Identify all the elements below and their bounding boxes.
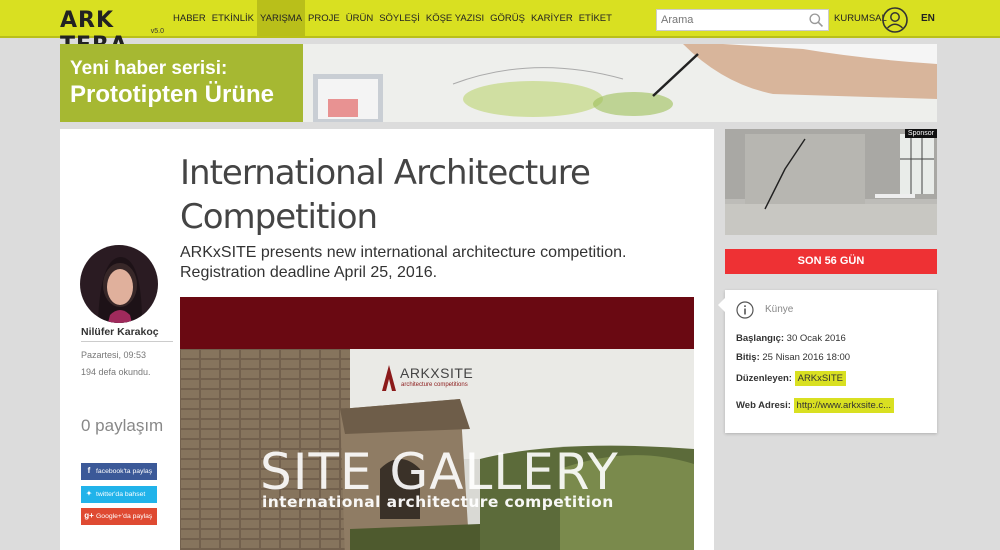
banner-text-panel: Yeni haber serisi: Prototipten Ürüne bbox=[60, 44, 303, 122]
facebook-share-label: facebook'ta paylaş bbox=[96, 468, 153, 475]
website-label: Web Adresi: bbox=[736, 400, 791, 411]
start-date-value: 30 Ocak 2016 bbox=[784, 333, 846, 344]
arkxsite-logo: ARKXSITE architecture competitions bbox=[380, 363, 490, 395]
arkxsite-sub: architecture competitions bbox=[401, 382, 468, 388]
hero-band bbox=[180, 297, 694, 349]
language-switch[interactable]: EN bbox=[921, 0, 935, 38]
user-icon[interactable] bbox=[882, 7, 908, 33]
share-count: 0 paylaşım bbox=[81, 416, 164, 435]
menu-item-yarisma[interactable]: YARIŞMA bbox=[256, 0, 306, 38]
banner-illustration bbox=[303, 44, 937, 122]
article-subtitle: ARKxSITE presents new international arch… bbox=[180, 244, 627, 281]
corporate-link[interactable]: KURUMSAL bbox=[834, 0, 887, 38]
search-box bbox=[656, 9, 829, 31]
menu-item-gorus[interactable]: GÖRÜŞ bbox=[487, 0, 528, 38]
organizer-label: Düzenleyen: bbox=[736, 373, 792, 384]
twitter-share-button[interactable]: ✦ twitter'da bahset bbox=[81, 486, 157, 503]
search-input[interactable] bbox=[657, 10, 805, 30]
google-share-label: Google+'da paylaş bbox=[96, 513, 153, 520]
kunye-caret bbox=[718, 298, 725, 312]
read-count: 194 defa okundu. bbox=[81, 367, 151, 377]
banner-line-1: Yeni haber serisi: bbox=[70, 58, 228, 79]
kunye-title: Künye bbox=[765, 304, 794, 315]
menu-item-etiket[interactable]: ETİKET bbox=[576, 0, 615, 38]
end-date-value: 25 Nisan 2016 18:00 bbox=[759, 352, 851, 363]
menu-item-kariyer[interactable]: KARİYER bbox=[528, 0, 576, 38]
menu-item-proje[interactable]: PROJE bbox=[305, 0, 343, 38]
author-photo bbox=[80, 245, 158, 323]
end-date-row: Bitiş: 25 Nisan 2016 18:00 bbox=[736, 352, 850, 363]
google-plus-icon: g+ bbox=[84, 511, 94, 520]
arkxsite-name: ARKXSITE bbox=[400, 365, 474, 381]
start-date-label: Başlangıç: bbox=[736, 333, 785, 344]
facebook-icon: f bbox=[87, 466, 91, 475]
hero-subtitle: international architecture competition bbox=[262, 493, 614, 511]
sponsor-image bbox=[725, 129, 937, 235]
twitter-icon: ✦ bbox=[85, 489, 93, 498]
main-menu: HABER ETKİNLİK YARIŞMA PROJE ÜRÜN SÖYLEŞ… bbox=[170, 0, 615, 38]
countdown-badge: SON 56 GÜN bbox=[725, 249, 937, 274]
end-date-label: Bitiş: bbox=[736, 352, 760, 363]
info-icon bbox=[736, 301, 754, 319]
menu-item-etkinlik[interactable]: ETKİNLİK bbox=[209, 0, 257, 38]
site-logo[interactable]: ARK TERA v5.0 bbox=[60, 6, 168, 58]
author-name[interactable]: Nilüfer Karakoç bbox=[81, 326, 173, 342]
sponsor-tag: Sponsor bbox=[904, 129, 937, 138]
menu-item-kose-yazisi[interactable]: KÖŞE YAZISI bbox=[423, 0, 487, 38]
top-nav: ARK TERA v5.0 HABER ETKİNLİK YARIŞMA PRO… bbox=[0, 0, 1000, 58]
hero-image: ARKXSITE architecture competitions SITE … bbox=[180, 297, 694, 550]
publish-date: Pazartesi, 09:53 bbox=[81, 350, 147, 360]
menu-item-urun[interactable]: ÜRÜN bbox=[343, 0, 376, 38]
search-icon[interactable] bbox=[808, 12, 825, 29]
menu-item-haber[interactable]: HABER bbox=[170, 0, 209, 38]
kunye-panel: Künye Başlangıç: 30 Ocak 2016 Bitiş: 25 … bbox=[718, 290, 937, 433]
facebook-share-button[interactable]: f facebook'ta paylaş bbox=[81, 463, 157, 480]
organizer-row: Düzenleyen: ARKxSITE bbox=[736, 371, 847, 386]
sponsor-ad[interactable]: Sponsor bbox=[725, 129, 937, 235]
promo-banner[interactable]: Yeni haber serisi: Prototipten Ürüne bbox=[60, 44, 937, 122]
article-card: International Architecture Competition A… bbox=[60, 129, 714, 550]
twitter-share-label: twitter'da bahset bbox=[96, 491, 146, 498]
banner-line-2: Prototipten Ürüne bbox=[70, 81, 274, 108]
logo-version: v5.0 bbox=[150, 28, 164, 35]
organizer-link[interactable]: ARKxSITE bbox=[794, 371, 847, 386]
google-share-button[interactable]: g+ Google+'da paylaş bbox=[81, 508, 157, 525]
article-title: International Architecture Competition bbox=[180, 153, 591, 237]
website-row: Web Adresi: http://www.arkxsite.c... bbox=[736, 398, 895, 413]
website-link[interactable]: http://www.arkxsite.c... bbox=[793, 398, 895, 413]
arkxsite-mark-icon bbox=[382, 365, 396, 391]
avatar[interactable] bbox=[80, 245, 158, 323]
hero-title: SITE GALLERY bbox=[260, 443, 619, 501]
start-date-row: Başlangıç: 30 Ocak 2016 bbox=[736, 333, 846, 344]
menu-item-soylesi[interactable]: SÖYLEŞİ bbox=[376, 0, 423, 38]
